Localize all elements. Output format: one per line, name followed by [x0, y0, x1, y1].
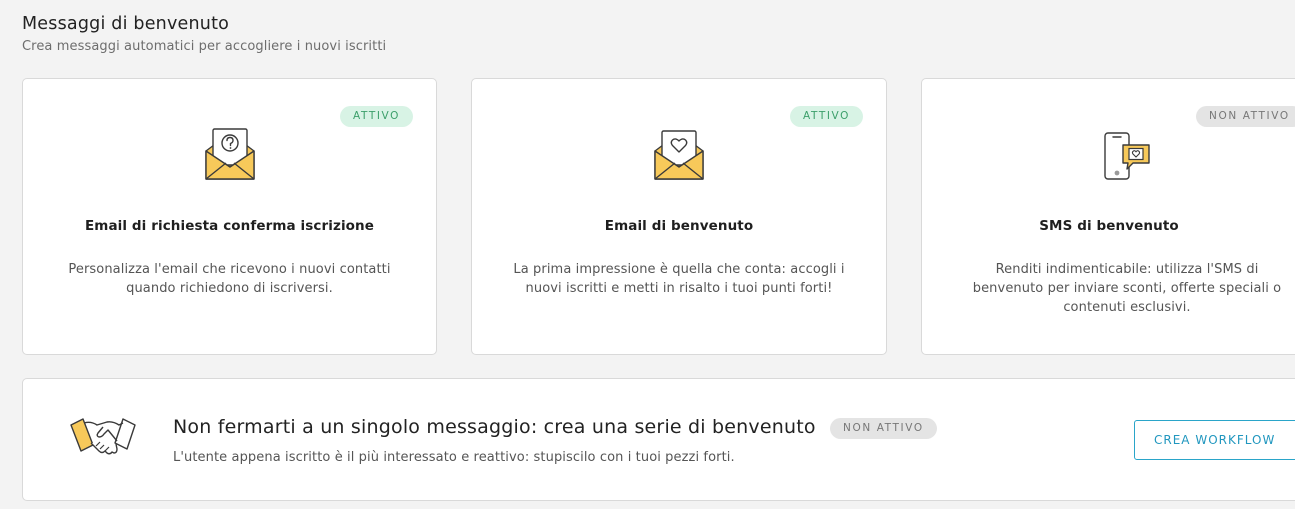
- card-description: Renditi indimenticabile: utilizza l'SMS …: [972, 262, 1282, 315]
- card-welcome-email[interactable]: ATTIVO Email di benvenuto La prima impre…: [471, 78, 887, 355]
- card-title: Email di benvenuto: [604, 218, 754, 234]
- page-title: Messaggi di benvenuto: [22, 14, 230, 34]
- section-header: Messaggi di benvenuto Crea messaggi auto…: [22, 14, 386, 54]
- page-subtitle: Crea messaggi automatici per accogliere …: [22, 39, 387, 54]
- handshake-icon: [69, 415, 137, 463]
- banner-description: L'utente appena iscritto è il più intere…: [173, 450, 735, 465]
- status-badge: NON ATTIVO: [830, 418, 937, 439]
- card-description: Personalizza l'email che ricevono i nuov…: [68, 262, 391, 296]
- card-description: La prima impressione è quella che conta:…: [513, 262, 845, 296]
- banner-title: Non fermarti a un singolo messaggio: cre…: [173, 416, 816, 438]
- status-badge: NON ATTIVO: [1196, 106, 1295, 127]
- create-workflow-button[interactable]: CREA WORKFLOW: [1134, 420, 1295, 460]
- envelope-heart-icon: [649, 125, 709, 189]
- card-welcome-sms[interactable]: NON ATTIVO SMS di benvenuto Renditi indi…: [921, 78, 1295, 355]
- phone-message-icon: [1099, 125, 1161, 191]
- status-badge: ATTIVO: [790, 106, 863, 127]
- card-title: Email di richiesta conferma iscrizione: [84, 218, 375, 234]
- status-badge: ATTIVO: [340, 106, 413, 127]
- envelope-question-icon: [200, 125, 260, 189]
- welcome-series-banner: Non fermarti a un singolo messaggio: cre…: [22, 378, 1295, 501]
- card-title: SMS di benvenuto: [1039, 218, 1179, 234]
- card-confirmation-email[interactable]: ATTIVO Email di richiesta conferma iscri…: [22, 78, 437, 355]
